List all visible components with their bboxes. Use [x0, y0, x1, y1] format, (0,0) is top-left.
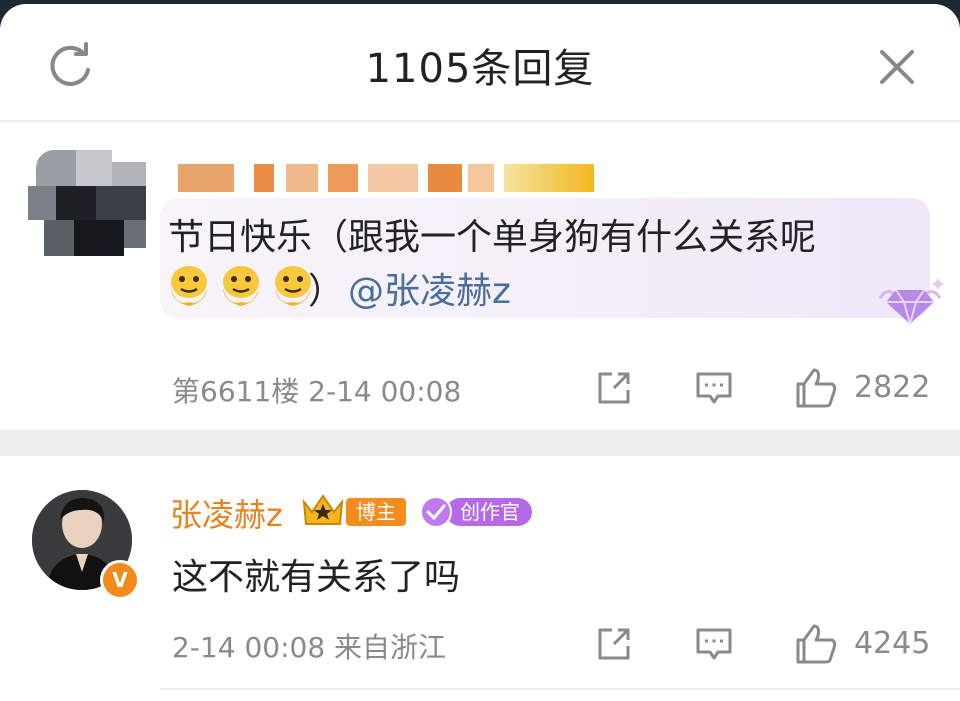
comment-icon[interactable]: [694, 624, 734, 664]
like-count: 2822: [854, 370, 931, 405]
crown-icon: [302, 494, 344, 525]
like-count: 4245: [854, 626, 931, 661]
floor-time: 第6611楼 2-14 00:08: [172, 375, 462, 408]
comment-item: 节日快乐（跟我一个单身狗有什么关系呢 ） @张凌赫z 第6611楼 2-14 0…: [0, 122, 960, 430]
verified-badge: V: [100, 560, 140, 600]
mention-link[interactable]: @张凌赫z: [348, 262, 511, 314]
like-icon[interactable]: [794, 622, 838, 666]
creator-medal-icon: [420, 496, 452, 528]
author-name[interactable]: 张凌赫z: [170, 490, 283, 536]
comment-icon[interactable]: [694, 368, 734, 408]
close-icon[interactable]: [874, 44, 920, 90]
blurred-username: [178, 160, 598, 198]
melting-face-emoji-icon: [171, 266, 207, 306]
section-divider: [0, 430, 960, 456]
comment-item: V 张凌赫z 博主 创作官 这不就有关系了吗 2-14 00:08 来自浙江 4…: [0, 456, 960, 701]
reply-sheet: 1105条回复 节日快乐（跟我一个单身狗有什么关系呢 ） @张凌赫z 第6611…: [0, 4, 960, 701]
comment-text: 这不就有关系了吗: [172, 557, 461, 598]
emoji-row: [166, 262, 316, 312]
time-location: 2-14 00:08 来自浙江: [172, 631, 447, 664]
host-tag: 博主: [346, 498, 406, 526]
comment-text-paren: ）: [308, 271, 345, 312]
gem-badge-icon: [878, 278, 944, 325]
share-icon[interactable]: [594, 624, 634, 664]
comment-text: 节日快乐（跟我一个单身狗有什么关系呢: [168, 217, 817, 258]
creator-tag: 创作官: [446, 498, 532, 526]
melting-face-emoji-icon: [223, 266, 259, 306]
page-title: 1105条回复: [365, 46, 595, 92]
header: 1105条回复: [0, 4, 960, 120]
avatar[interactable]: [28, 150, 146, 258]
share-icon[interactable]: [594, 368, 634, 408]
divider: [160, 688, 960, 690]
like-icon[interactable]: [794, 366, 838, 410]
